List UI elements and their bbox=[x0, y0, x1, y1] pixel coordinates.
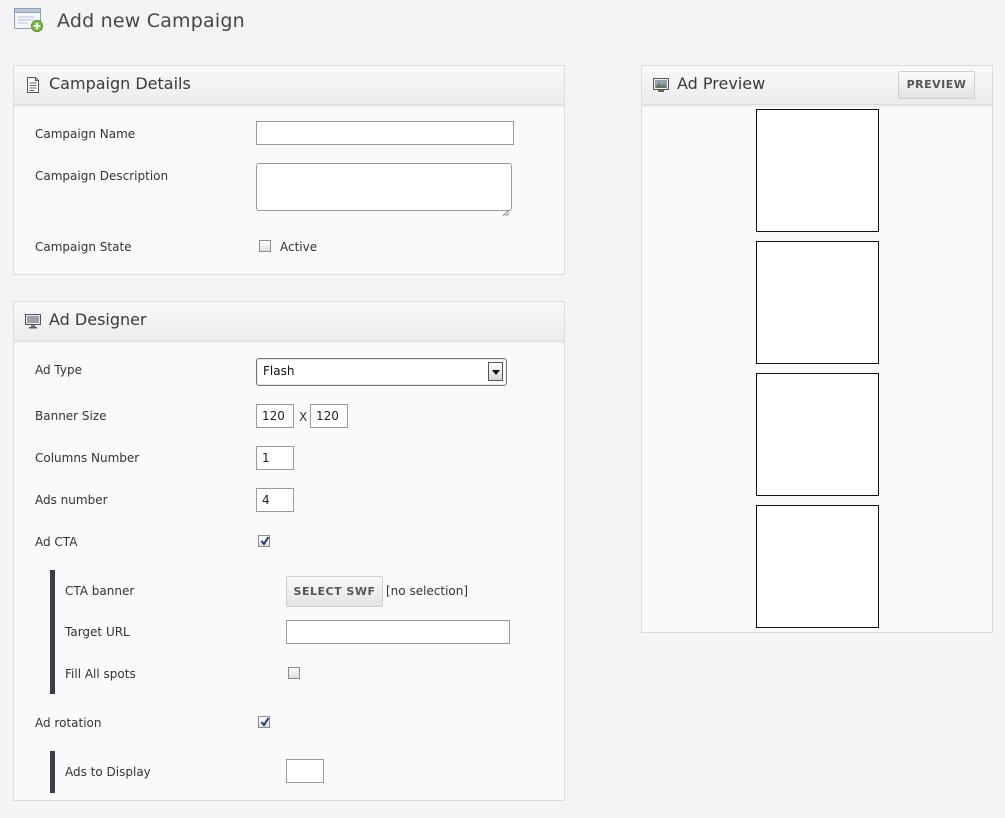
chevron-down-icon[interactable] bbox=[488, 362, 503, 381]
ad-type-select[interactable]: Flash bbox=[256, 358, 507, 386]
campaign-description-label: Campaign Description bbox=[35, 169, 169, 183]
banner-height-input[interactable]: 120 bbox=[310, 404, 348, 428]
preview-button[interactable]: PREVIEW bbox=[898, 71, 975, 99]
ad-slot bbox=[756, 241, 879, 364]
columns-number-label: Columns Number bbox=[35, 451, 140, 465]
campaign-state-label: Campaign State bbox=[35, 240, 132, 254]
campaign-details-title: Campaign Details bbox=[49, 74, 191, 93]
ad-cta-checkbox[interactable] bbox=[258, 535, 270, 547]
banner-width-input[interactable]: 120 bbox=[256, 404, 294, 428]
campaign-description-textarea[interactable] bbox=[256, 163, 512, 217]
swf-selection-text: [no selection] bbox=[386, 584, 469, 598]
ad-slot bbox=[756, 373, 879, 496]
ad-preview-title: Ad Preview bbox=[677, 74, 766, 93]
campaign-name-input[interactable] bbox=[256, 121, 514, 145]
preview-icon bbox=[653, 77, 669, 93]
ad-slot bbox=[756, 505, 879, 628]
ad-designer-title: Ad Designer bbox=[49, 310, 147, 329]
banner-size-separator: X bbox=[299, 410, 308, 424]
campaign-details-header: Campaign Details bbox=[14, 66, 564, 107]
monitor-icon bbox=[25, 313, 41, 329]
ad-rotation-label: Ad rotation bbox=[35, 716, 102, 730]
ad-slot bbox=[756, 109, 879, 232]
ads-number-input[interactable]: 4 bbox=[256, 488, 294, 512]
checkmark-icon bbox=[260, 536, 270, 546]
document-icon bbox=[25, 77, 41, 93]
select-swf-button[interactable]: SELECT SWF bbox=[286, 576, 383, 607]
ad-designer-header: Ad Designer bbox=[14, 302, 564, 343]
ad-type-value: Flash bbox=[263, 364, 295, 378]
add-campaign-icon bbox=[14, 7, 44, 33]
ad-preview-panel: Ad Preview PREVIEW bbox=[641, 65, 993, 633]
banner-size-label: Banner Size bbox=[35, 409, 107, 423]
resize-grip-icon[interactable] bbox=[502, 201, 510, 217]
cta-banner-label: CTA banner bbox=[65, 584, 135, 598]
checkmark-icon bbox=[260, 717, 270, 727]
ads-to-display-label: Ads to Display bbox=[65, 765, 151, 779]
cta-section-bar bbox=[50, 570, 55, 694]
target-url-input[interactable] bbox=[286, 620, 510, 644]
target-url-label: Target URL bbox=[65, 625, 130, 639]
rotation-section-bar bbox=[50, 751, 55, 793]
ad-type-label: Ad Type bbox=[35, 363, 82, 377]
active-checkbox[interactable] bbox=[259, 240, 271, 252]
fill-all-spots-checkbox[interactable] bbox=[288, 667, 300, 679]
campaign-details-panel: Campaign Details Campaign Name Campaign … bbox=[13, 65, 565, 275]
ads-to-display-input[interactable] bbox=[286, 759, 324, 783]
page-title: Add new Campaign bbox=[57, 10, 245, 32]
ad-rotation-checkbox[interactable] bbox=[258, 716, 270, 728]
campaign-name-label: Campaign Name bbox=[35, 127, 136, 141]
ad-designer-panel: Ad Designer Ad Type Flash Banner Size 12… bbox=[13, 301, 565, 801]
ads-number-label: Ads number bbox=[35, 493, 108, 507]
active-label: Active bbox=[280, 240, 318, 254]
ad-cta-label: Ad CTA bbox=[35, 535, 78, 549]
fill-all-spots-label: Fill All spots bbox=[65, 667, 136, 681]
columns-number-input[interactable]: 1 bbox=[256, 446, 294, 470]
ad-preview-header: Ad Preview PREVIEW bbox=[642, 66, 992, 107]
